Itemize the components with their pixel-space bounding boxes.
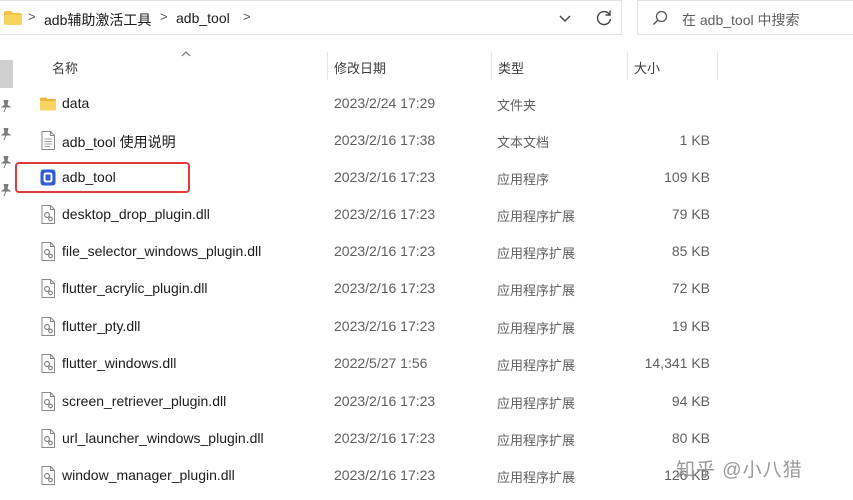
dll-icon: [41, 466, 55, 485]
column-divider[interactable]: [491, 52, 492, 80]
search-box[interactable]: 在 adb_tool 中搜索: [637, 0, 853, 35]
file-type: 文本文档: [497, 135, 550, 150]
file-name: window_manager_plugin.dll: [62, 467, 235, 483]
file-row-dll[interactable]: url_launcher_windows_plugin.dll 2023/2/1…: [14, 420, 853, 457]
text-file-icon: [41, 131, 55, 150]
file-size: 14,341 KB: [644, 355, 710, 371]
breadcrumb-separator: >: [28, 9, 36, 24]
dll-icon: [41, 205, 55, 224]
folder-icon: [40, 97, 56, 111]
file-row-data[interactable]: data 2023/2/24 17:29 文件夹: [14, 85, 853, 122]
file-name: adb_tool 使用说明: [62, 134, 176, 150]
column-header-name[interactable]: 名称: [52, 58, 78, 77]
breadcrumb-item-adb-helper[interactable]: adb辅助激活工具: [44, 10, 151, 30]
file-size: 19 KB: [671, 318, 710, 334]
file-type: 应用程序扩展: [497, 209, 576, 224]
file-name: file_selector_windows_plugin.dll: [62, 243, 262, 259]
file-date: 2023/2/16 17:23: [334, 430, 436, 446]
column-header-size[interactable]: 大小: [634, 58, 660, 77]
file-row-adb-tool-exe[interactable]: adb_tool 2023/2/16 17:23 应用程序 109 KB: [14, 159, 853, 196]
breadcrumb-separator: >: [243, 9, 251, 24]
dll-icon: [41, 392, 55, 411]
file-name: flutter_acrylic_plugin.dll: [62, 280, 208, 296]
file-row-dll[interactable]: screen_retriever_plugin.dll 2023/2/16 17…: [14, 383, 853, 420]
file-type: 应用程序扩展: [497, 358, 576, 373]
column-divider[interactable]: [717, 52, 718, 80]
file-date: 2023/2/16 17:23: [334, 318, 436, 334]
dll-icon: [41, 279, 55, 298]
breadcrumb-separator: >: [160, 9, 168, 24]
sort-ascending-icon: [181, 51, 191, 57]
search-input[interactable]: 在 adb_tool 中搜索: [682, 10, 800, 30]
file-date: 2023/2/16 17:23: [334, 206, 436, 222]
file-type: 应用程序扩展: [497, 321, 576, 336]
refresh-icon[interactable]: [594, 8, 614, 28]
file-row-dll[interactable]: file_selector_windows_plugin.dll 2023/2/…: [14, 233, 853, 270]
file-date: 2023/2/16 17:23: [334, 467, 436, 483]
dll-icon: [41, 317, 55, 336]
file-date: 2023/2/16 17:23: [334, 169, 436, 185]
pin-icon[interactable]: [1, 156, 11, 168]
file-date: 2023/2/16 17:38: [334, 132, 436, 148]
file-date: 2023/2/16 17:23: [334, 393, 436, 409]
dll-icon: [41, 242, 55, 261]
file-date: 2023/2/16 17:23: [334, 243, 436, 259]
file-row-dll[interactable]: desktop_drop_plugin.dll 2023/2/16 17:23 …: [14, 196, 853, 233]
file-name: flutter_windows.dll: [62, 355, 177, 371]
file-row-dll[interactable]: flutter_acrylic_plugin.dll 2023/2/16 17:…: [14, 270, 853, 307]
dll-icon: [41, 429, 55, 448]
file-date: 2023/2/16 17:23: [334, 280, 436, 296]
file-name: adb_tool: [62, 169, 116, 185]
file-type: 文件夹: [497, 98, 537, 113]
file-name: screen_retriever_plugin.dll: [62, 393, 227, 409]
file-row-readme[interactable]: adb_tool 使用说明 2023/2/16 17:38 文本文档 1 KB: [14, 122, 853, 159]
folder-icon: [4, 11, 22, 25]
file-date: 2022/5/27 1:56: [334, 355, 428, 371]
column-header-date[interactable]: 修改日期: [334, 58, 386, 77]
search-icon: [653, 10, 668, 25]
file-size: 79 KB: [671, 206, 710, 222]
file-size: 109 KB: [664, 169, 710, 185]
file-type: 应用程序扩展: [497, 470, 576, 485]
top-bar: > adb辅助激活工具 > adb_tool > 在 adb_tool 中搜索: [0, 0, 853, 38]
file-size: 85 KB: [671, 243, 710, 259]
file-name: data: [62, 95, 90, 111]
file-date: 2023/2/24 17:29: [334, 95, 436, 111]
file-type: 应用程序扩展: [497, 246, 576, 261]
file-type: 应用程序扩展: [497, 433, 576, 448]
file-row-dll[interactable]: flutter_pty.dll 2023/2/16 17:23 应用程序扩展 1…: [14, 308, 853, 345]
file-row-dll[interactable]: flutter_windows.dll 2022/5/27 1:56 应用程序扩…: [14, 345, 853, 382]
file-name: desktop_drop_plugin.dll: [62, 206, 210, 222]
pin-icon[interactable]: [1, 100, 11, 112]
file-name: flutter_pty.dll: [62, 318, 141, 334]
file-size: 72 KB: [671, 280, 710, 296]
watermark: 知乎 @小八猎: [676, 460, 803, 481]
file-type: 应用程序: [497, 172, 550, 187]
file-type: 应用程序扩展: [497, 283, 576, 298]
pin-icon[interactable]: [1, 128, 11, 140]
file-size: 94 KB: [671, 393, 710, 409]
file-name: url_launcher_windows_plugin.dll: [62, 430, 264, 446]
column-header-type[interactable]: 类型: [498, 58, 524, 77]
breadcrumb-item-adb-tool[interactable]: adb_tool: [176, 10, 230, 26]
address-bar[interactable]: > adb辅助激活工具 > adb_tool >: [0, 0, 622, 35]
file-size: 1 KB: [679, 132, 710, 148]
chevron-down-icon[interactable]: [557, 10, 573, 26]
file-size: 80 KB: [671, 430, 710, 446]
column-header-row: 名称 修改日期 类型 大小: [0, 50, 853, 82]
pin-icon[interactable]: [1, 184, 11, 196]
column-divider[interactable]: [327, 52, 328, 80]
navigation-pane-edge: [0, 60, 14, 500]
dll-icon: [41, 354, 55, 373]
app-icon: [40, 169, 56, 186]
file-type: 应用程序扩展: [497, 396, 576, 411]
column-divider[interactable]: [627, 52, 628, 80]
